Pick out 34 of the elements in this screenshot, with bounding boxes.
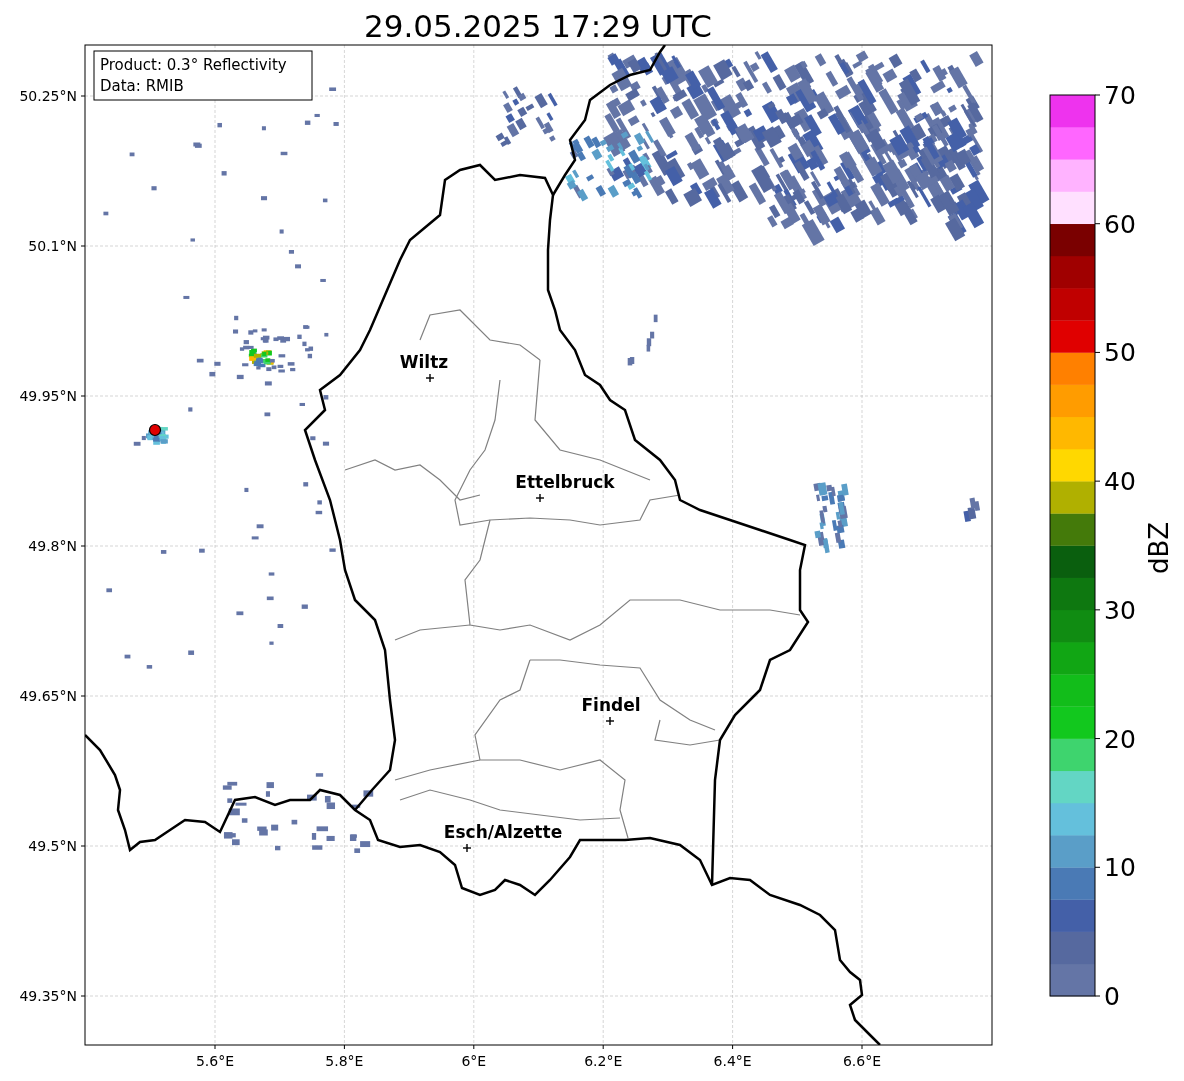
- longitude-tick-label: 6°E: [461, 1053, 487, 1069]
- colorbar-tick-label: 30: [1104, 595, 1136, 625]
- longitude-tick-label: 5.8°E: [325, 1053, 364, 1069]
- city-marker-icon: [462, 843, 472, 853]
- longitude-tick-label: 6.6°E: [842, 1053, 882, 1069]
- longitude-tick-label: 6.4°E: [713, 1053, 752, 1069]
- longitude-tick-label: 6.2°E: [584, 1053, 623, 1069]
- city-label: Esch/Alzette: [443, 822, 563, 842]
- radar-site-icon: [148, 423, 162, 437]
- data-source-label: Data: RMIB: [100, 77, 184, 95]
- city-marker-icon: [535, 493, 545, 503]
- product-label: Product: 0.3° Reflectivity: [100, 56, 287, 74]
- latitude-tick-label: 49.5°N: [28, 838, 77, 854]
- colorbar-tick-label: 50: [1104, 338, 1136, 368]
- city-label: Ettelbruck: [515, 472, 615, 492]
- latitude-tick-label: 49.35°N: [19, 988, 77, 1004]
- plot-title: 29.05.2025 17:29 UTC: [364, 8, 712, 44]
- colorbar-tick-label: 0: [1104, 982, 1120, 1011]
- colorbar-tick-label: 40: [1104, 467, 1136, 497]
- latitude-tick-label: 50.25°N: [19, 88, 77, 104]
- latitude-tick-label: 50.1°N: [28, 238, 77, 254]
- city-label: Wiltz: [399, 352, 449, 372]
- colorbar-tick-label: 10: [1104, 853, 1136, 883]
- colorbar-tick-label: 70: [1104, 81, 1136, 110]
- colorbar-unit-label: dBZ: [1144, 521, 1174, 575]
- latitude-tick-label: 49.65°N: [19, 688, 77, 704]
- city-marker-icon: [425, 373, 435, 383]
- city-label: Findel: [581, 695, 641, 715]
- city-marker-icon: [605, 716, 615, 726]
- colorbar-tick-label: 60: [1104, 209, 1136, 239]
- longitude-tick-label: 5.6°E: [195, 1053, 235, 1069]
- latitude-tick-label: 49.8°N: [28, 538, 77, 554]
- latitude-tick-label: 49.95°N: [19, 388, 77, 404]
- colorbar-tick-label: 20: [1104, 724, 1136, 754]
